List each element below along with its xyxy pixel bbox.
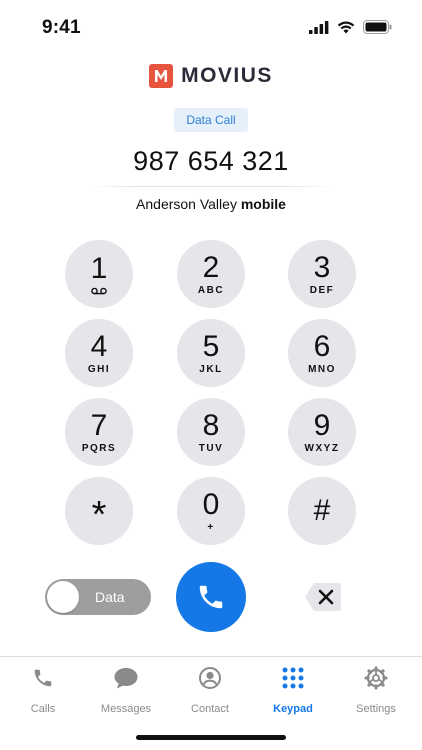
gear-icon	[364, 665, 388, 691]
key-digit: 1	[90, 251, 108, 285]
key-letters: MNO	[308, 363, 336, 375]
backspace-icon	[305, 583, 341, 611]
toggle-knob	[47, 581, 79, 613]
key-digit: 7	[90, 408, 108, 442]
call-button[interactable]	[176, 562, 246, 632]
dialed-number: 987 654 321	[133, 146, 289, 176]
key-3[interactable]: 3 DEF	[288, 240, 356, 308]
key-star[interactable]: *	[65, 477, 133, 545]
key-6[interactable]: 6 MNO	[288, 319, 356, 387]
key-digit: 8	[202, 408, 220, 442]
key-0[interactable]: 0 +	[177, 477, 245, 545]
key-letters: WXYZ	[304, 442, 340, 454]
phone-icon	[32, 665, 54, 691]
speech-bubble-icon	[113, 665, 139, 691]
key-letters: +	[207, 521, 215, 533]
tab-label: Messages	[100, 703, 152, 715]
tab-contact[interactable]: Contact	[168, 665, 252, 715]
contact-number-type: mobile	[240, 196, 286, 212]
key-letters: JKL	[199, 363, 223, 375]
key-7[interactable]: 7 PQRS	[65, 398, 133, 466]
brand-header: MOVIUS	[0, 64, 422, 88]
key-digit: 4	[90, 329, 108, 363]
movius-logo-icon	[149, 64, 174, 88]
battery-icon	[363, 20, 392, 34]
key-digit: *	[91, 494, 107, 536]
key-9[interactable]: 9 WXYZ	[288, 398, 356, 466]
contact-match: Anderson Valley mobile	[0, 196, 422, 212]
tab-label: Keypad	[273, 703, 313, 715]
tab-keypad[interactable]: Keypad	[251, 665, 335, 715]
key-letters: ABC	[197, 284, 225, 296]
key-digit: #	[313, 494, 331, 527]
key-digit: 3	[313, 250, 331, 284]
key-5[interactable]: 5 JKL	[177, 319, 245, 387]
phone-icon	[199, 585, 223, 609]
dialpad: 1 2 ABC 3 DEF 4 GHI 5 JKL 6 MNO 7 PQRS 8…	[0, 240, 422, 550]
number-divider	[88, 186, 334, 187]
tab-messages[interactable]: Messages	[84, 665, 168, 715]
key-2[interactable]: 2 ABC	[177, 240, 245, 308]
home-indicator	[136, 735, 286, 740]
key-digit: 0	[202, 487, 220, 521]
key-digit: 2	[202, 250, 220, 284]
person-circle-icon	[198, 665, 222, 691]
data-toggle-label: Data	[95, 589, 125, 605]
data-toggle[interactable]: Data	[45, 579, 151, 615]
key-digit: 6	[313, 329, 331, 363]
key-1[interactable]: 1	[65, 240, 133, 308]
cellular-signal-icon	[309, 20, 329, 34]
tab-label: Contact	[191, 703, 229, 715]
key-digit: 5	[202, 329, 220, 363]
data-call-badge[interactable]: Data Call	[174, 108, 248, 132]
key-hash[interactable]: #	[288, 477, 356, 545]
tab-label: Calls	[30, 703, 56, 715]
key-letters: PQRS	[81, 442, 117, 454]
dialpad-icon	[282, 665, 304, 691]
key-letters: DEF	[309, 284, 335, 296]
voicemail-icon	[91, 287, 107, 294]
status-icons	[309, 20, 392, 34]
contact-name: Anderson Valley	[136, 196, 237, 212]
tab-label: Settings	[356, 703, 396, 715]
status-time: 9:41	[42, 17, 81, 38]
key-letters: TUV	[198, 442, 224, 454]
status-bar: 9:41	[0, 0, 422, 56]
key-4[interactable]: 4 GHI	[65, 319, 133, 387]
backspace-button[interactable]	[304, 582, 342, 612]
key-letters: GHI	[87, 363, 111, 375]
key-8[interactable]: 8 TUV	[177, 398, 245, 466]
brand-name: MOVIUS	[181, 64, 273, 87]
tab-settings[interactable]: Settings	[334, 665, 418, 715]
wifi-icon	[337, 21, 355, 33]
key-digit: 9	[313, 408, 331, 442]
tab-calls[interactable]: Calls	[1, 665, 85, 715]
